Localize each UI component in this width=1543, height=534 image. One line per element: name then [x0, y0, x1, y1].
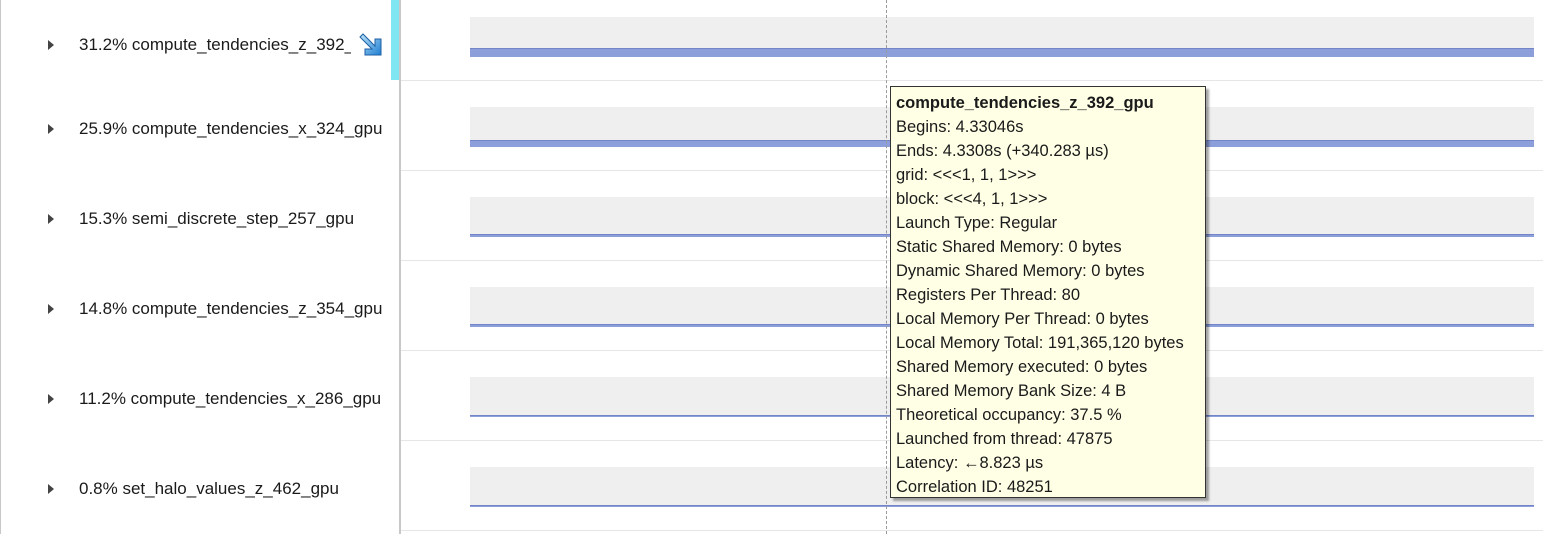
tooltip-line: Shared Memory Bank Size: 4 B [896, 382, 1127, 400]
row-label-0[interactable]: 31.2% compute_tendencies_z_392_ [1, 0, 391, 90]
tooltip-line: Begins: 4.33046s [896, 118, 1024, 136]
row-label-4[interactable]: 11.2% compute_tendencies_x_286_gpu [1, 354, 391, 444]
row-separator [401, 80, 1543, 81]
row-name-0: 31.2% compute_tendencies_z_392_ [79, 35, 351, 54]
row-label-5[interactable]: 0.8% set_halo_values_z_462_gpu [1, 444, 391, 534]
row-name-3: 14.8% compute_tendencies_z_354_gpu [79, 299, 383, 318]
tooltip-line: Local Memory Per Thread: 0 bytes [896, 310, 1149, 328]
tooltip-line: Local Memory Total: 191,365,120 bytes [896, 334, 1184, 352]
row-label-panel: 31.2% compute_tendencies_z_392_ 25.9% co… [0, 0, 401, 534]
kernel-activity-bar[interactable] [470, 505, 1534, 507]
row-name-5: 0.8% set_halo_values_z_462_gpu [79, 479, 339, 498]
chevron-right-icon[interactable] [48, 124, 54, 134]
tooltip-line: Latency: ←8.823 µs [896, 454, 1044, 472]
chevron-right-icon[interactable] [48, 394, 54, 404]
arrow-down-right-icon [359, 33, 382, 56]
row-label-1[interactable]: 25.9% compute_tendencies_x_324_gpu [1, 84, 391, 174]
timeline-view: 31.2% compute_tendencies_z_392_ 25.9% co… [0, 0, 1543, 534]
tooltip-line: block: <<<4, 1, 1>>> [896, 190, 1048, 208]
row-label-2[interactable]: 15.3% semi_discrete_step_257_gpu [1, 174, 391, 264]
tooltip-line: Registers Per Thread: 80 [896, 286, 1081, 304]
tooltip-line: Ends: 4.3308s (+340.283 µs) [896, 142, 1109, 160]
tooltip-line: Launch Type: Regular [896, 214, 1058, 232]
chevron-right-icon[interactable] [48, 40, 54, 50]
chevron-right-icon[interactable] [48, 484, 54, 494]
time-cursor-line [886, 0, 887, 534]
tooltip-line: Static Shared Memory: 0 bytes [896, 238, 1122, 256]
row-separator [401, 530, 1543, 531]
tooltip-title: compute_tendencies_z_392_gpu [896, 94, 1154, 112]
chevron-right-icon[interactable] [48, 304, 54, 314]
kernel-activity-bar[interactable] [470, 48, 1534, 57]
row-label-3[interactable]: 14.8% compute_tendencies_z_354_gpu [1, 264, 391, 354]
tooltip-line: Shared Memory executed: 0 bytes [896, 358, 1148, 376]
tooltip-line: grid: <<<1, 1, 1>>> [896, 166, 1037, 184]
tooltip-line: Launched from thread: 47875 [896, 430, 1113, 448]
row-name-4: 11.2% compute_tendencies_x_286_gpu [79, 389, 382, 408]
tooltip-line: Correlation ID: 48251 [896, 478, 1053, 496]
tooltip-line: Theoretical occupancy: 37.5 % [896, 406, 1122, 424]
row-name-1: 25.9% compute_tendencies_x_324_gpu [79, 119, 383, 138]
kernel-tooltip: compute_tendencies_z_392_gpu Begins: 4.3… [890, 86, 1206, 498]
chevron-right-icon[interactable] [48, 214, 54, 224]
tooltip-line: Dynamic Shared Memory: 0 bytes [896, 262, 1145, 280]
row-name-2: 15.3% semi_discrete_step_257_gpu [79, 209, 355, 228]
